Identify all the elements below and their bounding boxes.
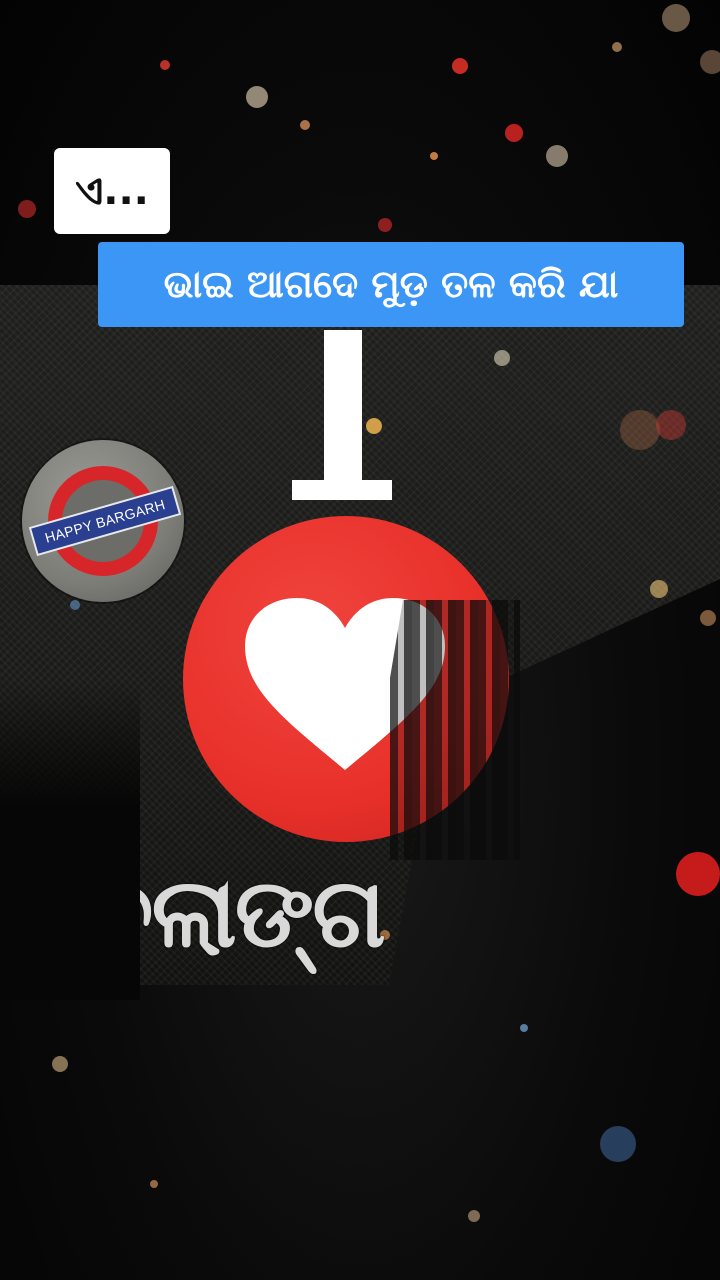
bokeh-light [505,124,523,142]
bokeh-light [600,1126,636,1162]
bokeh-light [52,1056,68,1072]
bokeh-light [662,4,690,32]
bokeh-light [18,200,36,218]
caption-main: ଭାଇ ଆଗଦେ ମୁଡ଼ ତଳ କରି ଯା [98,242,684,327]
bokeh-light [246,86,268,108]
video-frame[interactable]: HAPPY BARGARH ବଲାଙ୍ଗ ଏ... ଭାଇ ଆଗଦେ ମୁଡ଼ … [0,0,720,1280]
bokeh-light [300,120,310,130]
bokeh-light [520,1024,528,1032]
bokeh-light [700,610,716,626]
bokeh-light [430,152,438,160]
bokeh-light [612,42,622,52]
bokeh-light [676,852,720,896]
bokeh-light [700,50,720,74]
bokeh-light [468,1210,480,1222]
bokeh-light [546,145,568,167]
bokeh-light [452,58,468,74]
caption-small: ଏ... [54,148,170,234]
bokeh-light [378,218,392,232]
happy-bargarh-logo: HAPPY BARGARH [22,440,184,602]
dark-overlay [0,680,140,1000]
ink-drip-overlay [390,600,520,860]
letter-i-glyph [292,330,392,500]
bokeh-light [160,60,170,70]
bokeh-light [150,1180,158,1188]
